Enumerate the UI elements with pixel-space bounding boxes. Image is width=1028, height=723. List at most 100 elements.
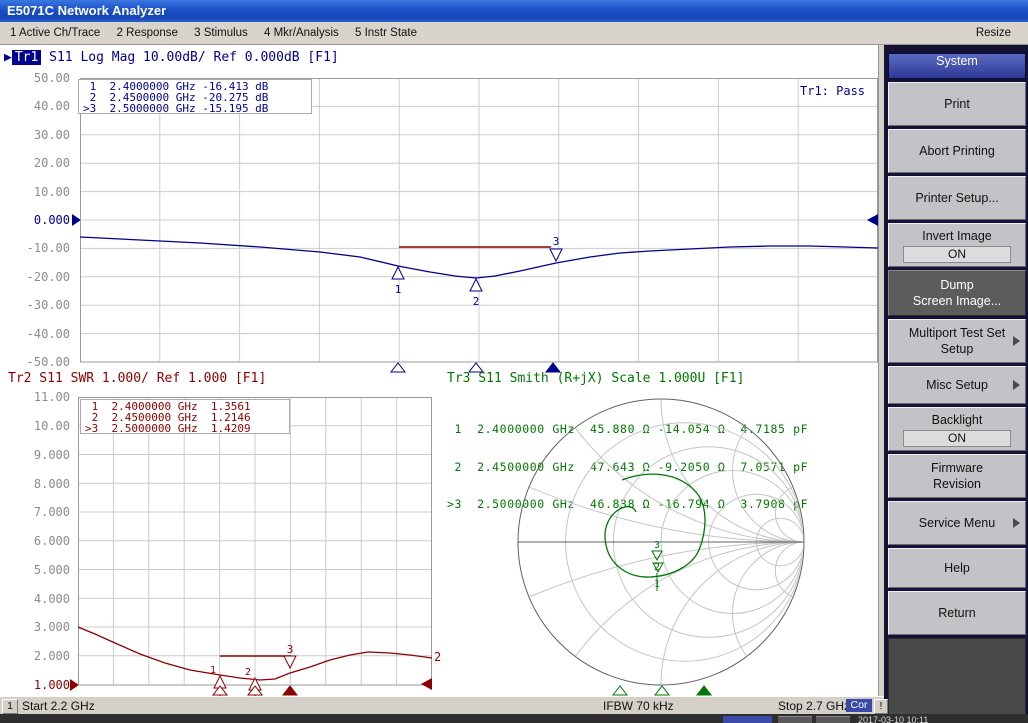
tr1-log-mag-plot: 1 2 3 <box>80 78 878 378</box>
active-trace-arrow-icon: ▶ <box>4 50 12 65</box>
tr3-marker1-id: 1 <box>654 579 660 590</box>
start-frequency: Start 2.2 GHz <box>22 699 95 713</box>
tr2-stimulus-marker3-icon <box>283 686 297 695</box>
tr2-ytick: 7.000 <box>0 505 70 519</box>
tr1-ytick: 20.00 <box>0 156 70 170</box>
tr1-ytick: 50.00 <box>0 71 70 85</box>
invert-image-button[interactable]: Invert Image ON <box>888 223 1026 267</box>
menu-mkr-analysis[interactable]: 4 Mkr/Analysis <box>262 22 341 45</box>
tr3-header: Tr3 S11 Smith (R+jX) Scale 1.000U [F1] <box>447 371 744 386</box>
tr1-marker2-icon <box>470 279 482 291</box>
taskbar-box <box>816 716 850 723</box>
tr2-marker3-icon <box>284 656 296 668</box>
tr3-marker3-id: 3 <box>654 540 660 551</box>
tr1-ytick: 10.00 <box>0 185 70 199</box>
tr1-ytick: -10.00 <box>0 241 70 255</box>
tr1-ytick: -20.00 <box>0 270 70 284</box>
system-clock: 2017-03-10 10:11 <box>858 715 928 723</box>
menu-instr-state[interactable]: 5 Instr State <box>353 22 419 45</box>
backlight-button[interactable]: Backlight ON <box>888 407 1026 451</box>
bottom-taskbar-strip: 2017-03-10 10:11 <box>0 714 1028 723</box>
tr3-stimulus-marker2-icon <box>655 686 669 695</box>
tr2-ytick: 4.000 <box>0 592 70 606</box>
menu-response[interactable]: 2 Response <box>115 22 180 45</box>
tr2-ytick: 2.000 <box>0 649 70 663</box>
tr2-ref-right-icon <box>421 678 432 690</box>
misc-setup-button[interactable]: Misc Setup <box>888 366 1026 404</box>
tr3-stimulus-marker3-icon <box>697 686 711 695</box>
dump-screen-image-button[interactable]: Dump Screen Image... <box>888 270 1026 316</box>
warning-indicator: ! <box>874 699 888 714</box>
tr1-marker-table: 1 2.4000000 GHz -16.413 dB 2 2.4500000 G… <box>78 79 312 114</box>
tr1-marker-row: >3 2.5000000 GHz -15.195 dB <box>79 104 311 115</box>
tr1-limit-test-result: Tr1: Pass <box>800 84 865 98</box>
tr2-marker-row: >3 2.5000000 GHz 1.4209 <box>81 424 289 435</box>
tr1-stimulus-marker1-icon <box>391 363 405 372</box>
tr1-marker1-icon <box>392 267 404 279</box>
tr2-ytick: 9.000 <box>0 448 70 462</box>
tr1-header-text: S11 Log Mag 10.00dB/ Ref 0.000dB [F1] <box>41 50 338 65</box>
tr1-marker1-id: 1 <box>395 283 402 296</box>
tr1-marker3-id: 3 <box>553 235 560 248</box>
tr1-ytick: -40.00 <box>0 327 70 341</box>
tr1-ytick: 40.00 <box>0 99 70 113</box>
menu-resize[interactable]: Resize <box>974 22 1013 45</box>
channel-indicator: 1 <box>2 699 18 714</box>
window-title: E5071C Network Analyzer <box>7 3 166 18</box>
tr2-swr-plot: 1 2 3 <box>78 397 432 709</box>
tr2-marker2-id: 2 <box>245 667 251 678</box>
tr3-smith-chart: 3 2 1 <box>505 395 815 705</box>
taskbar-active-box <box>723 716 772 723</box>
softkey-menu-title: System <box>888 53 1026 79</box>
menu-active-ch-trace[interactable]: 1 Active Ch/Trace <box>8 22 102 45</box>
submenu-arrow-icon <box>1013 336 1020 346</box>
menu-stimulus[interactable]: 3 Stimulus <box>192 22 250 45</box>
return-button[interactable]: Return <box>888 591 1026 635</box>
taskbar-box <box>778 716 812 723</box>
tr2-header: Tr2 S11 SWR 1.000/ Ref 1.000 [F1] <box>8 371 266 386</box>
softkey-empty-panel <box>888 638 1026 722</box>
firmware-revision-button[interactable]: Firmware Revision <box>888 454 1026 498</box>
print-button[interactable]: Print <box>888 82 1026 126</box>
tr2-ytick: 8.000 <box>0 477 70 491</box>
tr2-ytick: 6.000 <box>0 534 70 548</box>
tr1-ytick: -50.00 <box>0 355 70 369</box>
tr3-marker3-icon <box>652 551 662 560</box>
correction-status-badge: Cor <box>846 699 872 712</box>
tr2-ytick: 11.00 <box>0 390 70 404</box>
instrument-screen: E5071C Network Analyzer 1 Active Ch/Trac… <box>0 0 1028 723</box>
tr2-trace-number: 2 <box>434 650 441 664</box>
tr2-marker1-id: 1 <box>210 665 216 676</box>
stop-frequency: Stop 2.7 GHz <box>778 699 850 713</box>
tr1-ref-level: 0.000 <box>0 213 70 227</box>
help-button[interactable]: Help <box>888 548 1026 588</box>
tr2-marker3-id: 3 <box>287 643 294 656</box>
tr2-ytick: 3.000 <box>0 620 70 634</box>
submenu-arrow-icon <box>1013 380 1020 390</box>
tr1-ytick: 30.00 <box>0 128 70 142</box>
tr3-stimulus-marker1-icon <box>613 686 627 695</box>
multiport-test-set-setup-button[interactable]: Multiport Test Set Setup <box>888 319 1026 363</box>
status-bar: 1 Start 2.2 GHz IFBW 70 kHz Stop 2.7 GHz… <box>0 696 884 714</box>
softkey-sidebar: System Print Abort Printing Printer Setu… <box>884 45 1028 723</box>
menu-bar: 1 Active Ch/Trace 2 Response 3 Stimulus … <box>0 22 1028 45</box>
tr2-ref-level: 1.000 <box>0 678 70 692</box>
tr1-marker2-id: 2 <box>473 295 480 308</box>
backlight-toggle[interactable]: ON <box>903 430 1011 447</box>
tr3-marker2-id: 2 <box>654 562 660 573</box>
tr2-marker-table: 1 2.4000000 GHz 1.3561 2 2.4500000 GHz 1… <box>80 399 290 434</box>
title-bar: E5071C Network Analyzer <box>0 0 1028 22</box>
submenu-arrow-icon <box>1013 518 1020 528</box>
tr2-ytick: 5.000 <box>0 563 70 577</box>
printer-setup-button[interactable]: Printer Setup... <box>888 176 1026 220</box>
tr2-ytick: 10.00 <box>0 419 70 433</box>
tr1-header: ▶Tr1 S11 Log Mag 10.00dB/ Ref 0.000dB [F… <box>4 50 339 65</box>
service-menu-button[interactable]: Service Menu <box>888 501 1026 545</box>
tr1-marker3-icon <box>550 249 562 261</box>
tr1-ref-right-icon <box>867 214 878 226</box>
invert-image-toggle[interactable]: ON <box>903 246 1011 263</box>
tr1-ytick: -30.00 <box>0 298 70 312</box>
tr1-label[interactable]: Tr1 <box>12 50 41 65</box>
ifbw-readout: IFBW 70 kHz <box>603 699 674 713</box>
abort-printing-button[interactable]: Abort Printing <box>888 129 1026 173</box>
